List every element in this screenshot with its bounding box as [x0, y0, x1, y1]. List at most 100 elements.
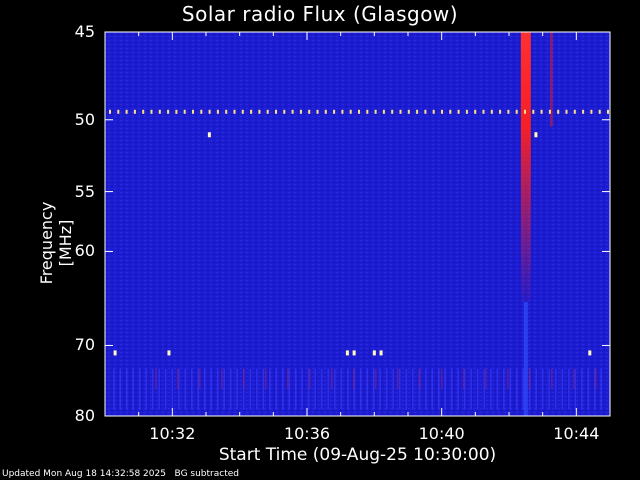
x-tick-label: 10:40	[418, 424, 465, 443]
streak	[399, 368, 401, 410]
interference-dot	[241, 109, 244, 114]
streak-red	[287, 368, 289, 390]
streak-red	[331, 368, 333, 390]
interference-dot	[416, 109, 419, 114]
interference-dot	[548, 109, 551, 114]
streak	[503, 368, 505, 410]
interference-dot	[441, 109, 443, 114]
interference-dot	[540, 109, 543, 114]
streak	[126, 368, 128, 410]
y-tick-label: 80	[74, 406, 95, 425]
interference-dot	[200, 109, 203, 114]
interference-dot	[382, 109, 385, 114]
streak-red	[595, 368, 597, 390]
streak	[132, 368, 134, 410]
interference-dot	[208, 109, 211, 114]
x-tick-label: 10:36	[283, 424, 331, 443]
streak-red	[397, 368, 399, 390]
interference-dot	[499, 109, 502, 114]
x-tick-label: 10:44	[553, 424, 600, 443]
streak-red	[375, 368, 377, 390]
streak	[230, 368, 232, 410]
interference-dot	[582, 109, 585, 114]
interference-dot	[225, 109, 228, 114]
speck	[345, 350, 349, 356]
y-tick-label: 70	[74, 335, 95, 355]
streak-red	[419, 368, 421, 390]
streak	[139, 368, 141, 410]
burst-tail	[523, 302, 528, 416]
interference-dot	[258, 109, 261, 114]
interference-dot	[490, 109, 493, 114]
streak	[288, 368, 290, 410]
streak	[282, 368, 284, 410]
interference-dot	[507, 109, 510, 114]
x-axis-label: Start Time (09-Aug-25 10:30:00)	[218, 445, 497, 465]
streak	[574, 368, 576, 410]
streak	[490, 368, 492, 410]
interference-dot	[449, 109, 452, 114]
bg-subtracted-note: BG subtracted	[174, 469, 239, 479]
x-tick-label: 10:32	[149, 424, 196, 443]
updated-timestamp: Updated Mon Aug 18 14:32:58 2025	[2, 469, 166, 479]
streak	[373, 368, 375, 410]
streak	[197, 368, 199, 410]
interference-dot	[557, 109, 560, 114]
interference-dot	[474, 109, 477, 114]
interference-dot	[308, 109, 311, 114]
streak	[451, 368, 453, 410]
streak	[327, 368, 329, 410]
streak-red	[485, 368, 487, 390]
streak	[457, 368, 459, 410]
streak	[600, 368, 602, 410]
streak	[496, 368, 498, 410]
streak-red	[265, 368, 267, 390]
interference-dot	[291, 109, 294, 114]
streak	[262, 368, 264, 410]
interference-dot	[391, 109, 394, 114]
streak	[314, 368, 316, 410]
interference-dot	[432, 109, 435, 114]
interference-dot	[358, 109, 360, 114]
streak-red	[309, 368, 311, 390]
streak	[392, 368, 394, 410]
interference-dot	[349, 109, 352, 114]
interference-dot	[216, 109, 219, 114]
interference-dot	[299, 109, 302, 114]
interference-dot	[175, 109, 178, 114]
streak	[165, 368, 167, 410]
streak	[275, 368, 277, 410]
streak	[542, 368, 544, 410]
streak-red	[243, 368, 245, 390]
interference-dot	[283, 109, 286, 114]
interference-dot	[316, 109, 319, 114]
interference-dot	[341, 109, 344, 114]
streak	[256, 368, 258, 410]
speck	[207, 132, 211, 138]
streak	[321, 368, 323, 410]
streak	[158, 368, 160, 410]
interference-dot	[150, 109, 153, 114]
streak	[269, 368, 271, 410]
interference-dot	[275, 109, 277, 114]
streak-red	[529, 368, 531, 390]
y-axis-label: Frequency [MHz]	[37, 201, 75, 285]
interference-dot	[324, 109, 327, 114]
interference-dot	[183, 109, 186, 114]
interference-dot	[598, 109, 601, 114]
streak	[581, 368, 583, 410]
streak	[217, 368, 219, 410]
streak	[301, 368, 303, 410]
interference-dot	[117, 109, 120, 114]
interference-dot	[374, 109, 377, 114]
streak	[431, 368, 433, 410]
streak	[548, 368, 550, 410]
streak	[223, 368, 225, 410]
streak	[184, 368, 186, 410]
streak	[340, 368, 342, 410]
interference-dot	[524, 109, 526, 114]
spectrogram-plot	[104, 31, 611, 417]
streak	[483, 368, 485, 410]
interference-dot	[192, 109, 194, 114]
streak	[405, 368, 407, 410]
